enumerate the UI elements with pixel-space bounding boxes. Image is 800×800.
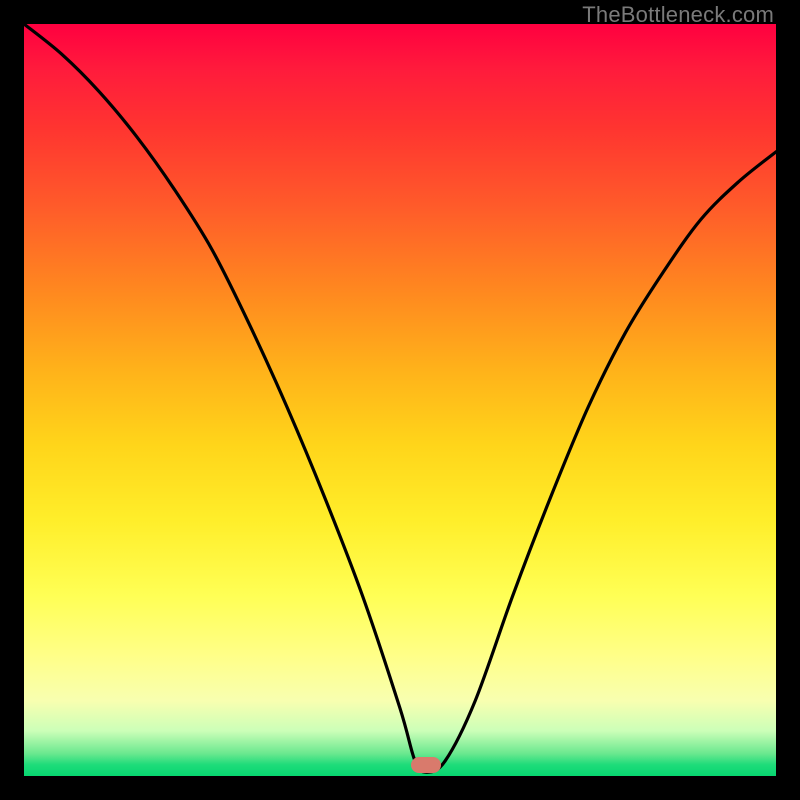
chart-frame: TheBottleneck.com [0,0,800,800]
optimum-marker [411,757,441,773]
plot-area [24,24,776,776]
curve-svg [24,24,776,776]
bottleneck-curve [24,24,776,772]
